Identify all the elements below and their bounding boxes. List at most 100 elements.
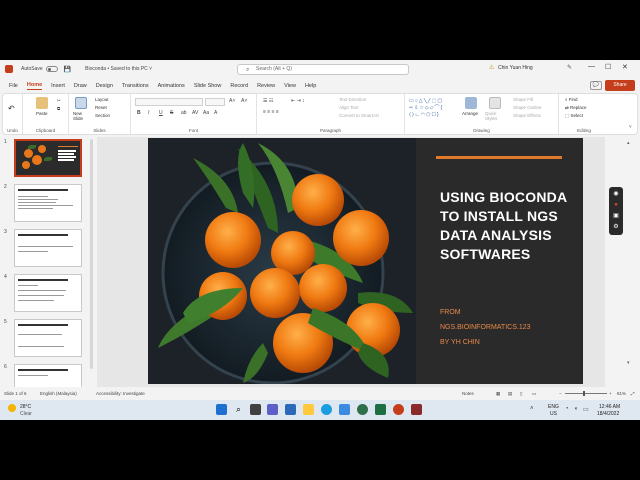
tab-slide-show[interactable]: Slide Show bbox=[194, 83, 222, 90]
decrease-font-icon[interactable]: A˅ bbox=[241, 98, 247, 104]
find-button[interactable]: ⌕ Find bbox=[565, 97, 578, 102]
volume-icon[interactable]: ◖ bbox=[574, 406, 578, 412]
task-view-icon[interactable] bbox=[250, 404, 261, 415]
store-icon[interactable] bbox=[339, 404, 350, 415]
settings-icon[interactable]: ⚙ bbox=[612, 223, 620, 231]
thumbnail-slide-5[interactable] bbox=[14, 319, 82, 357]
zoom-in-icon[interactable]: + bbox=[609, 391, 612, 396]
quick-styles-label[interactable]: Quick Styles bbox=[485, 111, 505, 121]
paste-label[interactable]: Paste bbox=[36, 111, 48, 116]
weather-text[interactable]: Clear bbox=[20, 411, 32, 417]
thumbnail-row[interactable]: 4 bbox=[4, 274, 90, 314]
search-input[interactable]: ⌕ Search (Alt + Q) bbox=[237, 64, 409, 75]
bullets-icon[interactable]: ☰ ☷ bbox=[263, 98, 273, 104]
shape-outline-button[interactable]: Shape Outline bbox=[513, 105, 542, 110]
app-icon[interactable] bbox=[411, 404, 422, 415]
thumbnail-row[interactable]: 5 bbox=[4, 319, 90, 359]
reading-view-icon[interactable]: ▯ bbox=[520, 391, 522, 397]
file-explorer-icon[interactable] bbox=[303, 404, 314, 415]
ribbon-collapse-icon[interactable]: ˅ bbox=[629, 124, 632, 129]
clock-time[interactable]: 12:46 AM bbox=[599, 404, 620, 410]
scroll-up-icon[interactable]: ▴ bbox=[627, 140, 630, 146]
new-slide-icon[interactable] bbox=[75, 97, 87, 109]
minimize-button[interactable]: — bbox=[588, 63, 595, 70]
temperature[interactable]: 28°C bbox=[20, 404, 31, 410]
paste-icon[interactable] bbox=[36, 97, 48, 109]
shape-fill-button[interactable]: Shape Fill bbox=[513, 97, 533, 102]
smartart-button[interactable]: Convert to SmartArt bbox=[339, 113, 379, 118]
format-button[interactable]: U bbox=[159, 110, 163, 116]
zoom-slider-thumb[interactable] bbox=[583, 391, 585, 396]
tab-review[interactable]: Review bbox=[257, 83, 275, 90]
close-button[interactable]: ✕ bbox=[622, 63, 628, 71]
thumbnail-slide-3[interactable] bbox=[14, 229, 82, 267]
share-button[interactable]: Share bbox=[605, 80, 635, 91]
align-icons[interactable]: ≡ ≡ ≡ ≡ bbox=[263, 109, 279, 115]
thumbnail-slide-2[interactable] bbox=[14, 184, 82, 222]
select-button[interactable]: ⬚ Select bbox=[565, 113, 583, 119]
thumbnail-slide-1[interactable] bbox=[14, 139, 82, 177]
quick-styles-icon[interactable] bbox=[489, 97, 501, 109]
shapes-gallery[interactable]: ▭○△╲╱⬚▢ ⇨⇩☆◇▱⌒{⟨⟩∟◠⬠☐} bbox=[409, 98, 451, 120]
normal-view-icon[interactable]: ▦ bbox=[496, 391, 500, 397]
document-title[interactable]: Bioconda • Saved to this PC ˅ bbox=[85, 66, 152, 72]
increase-font-icon[interactable]: A˄ bbox=[229, 98, 235, 104]
copy-icon[interactable]: ⧉ bbox=[57, 106, 60, 111]
format-button[interactable]: Aa bbox=[203, 110, 209, 116]
from-label[interactable]: FROM bbox=[440, 309, 461, 316]
replace-button[interactable]: ⇄ Replace bbox=[565, 105, 587, 111]
slide-heading[interactable]: USING BIOCONDA TO INSTALL NGS DATA ANALY… bbox=[440, 188, 580, 264]
video-icon[interactable]: ▣ bbox=[612, 212, 620, 220]
author-text[interactable]: BY YH CHIN bbox=[440, 339, 480, 346]
tab-help[interactable]: Help bbox=[305, 83, 316, 90]
thumbnail-row[interactable]: 2 bbox=[4, 184, 90, 224]
start-icon[interactable] bbox=[216, 404, 227, 415]
align-text-button[interactable]: Align Text bbox=[339, 105, 358, 110]
user-name[interactable]: Chin Yuan Hing bbox=[498, 65, 533, 71]
tab-draw[interactable]: Draw bbox=[74, 83, 87, 90]
maximize-button[interactable]: ☐ bbox=[605, 63, 611, 71]
format-button[interactable]: AV bbox=[192, 110, 198, 116]
format-button[interactable]: B bbox=[137, 110, 141, 116]
autosave-toggle[interactable] bbox=[45, 66, 58, 72]
tab-design[interactable]: Design bbox=[96, 83, 113, 90]
tab-home[interactable]: Home bbox=[26, 82, 43, 90]
font-name-input[interactable] bbox=[135, 98, 203, 106]
clock-date[interactable]: 18/4/2022 bbox=[597, 411, 619, 417]
zoom-level[interactable]: 61% bbox=[617, 391, 626, 396]
save-icon[interactable]: 💾 bbox=[64, 66, 71, 73]
reset-button[interactable]: Reset bbox=[95, 105, 107, 110]
fit-slide-icon[interactable]: ⤢ bbox=[631, 391, 635, 396]
pen-icon[interactable]: ✎ bbox=[567, 64, 572, 71]
thumbnail-slide-4[interactable] bbox=[14, 274, 82, 312]
thumbnail-slide-6[interactable] bbox=[14, 364, 82, 387]
accessibility-status[interactable]: Accessibility: Investigate bbox=[96, 391, 145, 396]
record-icon[interactable]: ● bbox=[612, 201, 620, 209]
zoom-out-icon[interactable]: − bbox=[559, 391, 562, 396]
shape-effects-button[interactable]: Shape Effects bbox=[513, 113, 541, 118]
format-button[interactable]: A bbox=[214, 110, 217, 116]
widgets-icon[interactable] bbox=[285, 404, 296, 415]
text-direction-button[interactable]: Text Direction bbox=[339, 97, 366, 102]
tab-insert[interactable]: Insert bbox=[51, 83, 65, 90]
warning-icon[interactable]: ⚠ bbox=[489, 64, 494, 71]
tab-view[interactable]: View bbox=[284, 83, 296, 90]
language[interactable]: English (Malaysia) bbox=[40, 391, 77, 396]
font-size-input[interactable] bbox=[205, 98, 225, 106]
camera-icon[interactable]: ◉ bbox=[612, 190, 620, 198]
tray-chevron-icon[interactable]: ˄ bbox=[530, 406, 534, 412]
arrange-icon[interactable] bbox=[465, 97, 477, 109]
arrange-label[interactable]: Arrange bbox=[462, 111, 478, 116]
excel-icon[interactable] bbox=[375, 404, 386, 415]
section-button[interactable]: Section bbox=[95, 113, 110, 118]
scroll-down-icon[interactable]: ▾ bbox=[627, 360, 630, 366]
weather-icon[interactable] bbox=[8, 404, 16, 412]
tab-record[interactable]: Record bbox=[230, 83, 248, 90]
cut-icon[interactable]: ✂ bbox=[57, 98, 61, 104]
edge-icon[interactable] bbox=[321, 404, 332, 415]
thumbnails-scrollbar[interactable] bbox=[90, 139, 93, 369]
format-button[interactable]: ab bbox=[181, 110, 187, 116]
oranges-photo[interactable] bbox=[148, 138, 416, 384]
teams-icon[interactable] bbox=[267, 404, 278, 415]
tab-file[interactable]: File bbox=[9, 83, 18, 90]
